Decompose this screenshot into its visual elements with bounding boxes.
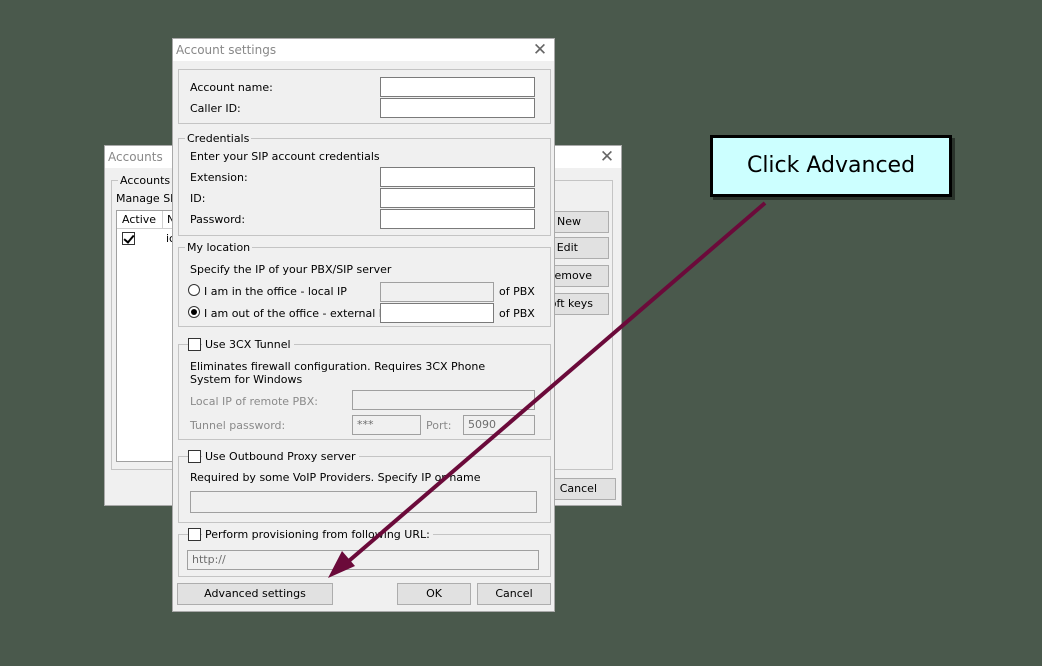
- proxy-input[interactable]: [190, 491, 537, 513]
- external-of-pbx-label: of PBX: [499, 307, 535, 320]
- tunnel-description: Eliminates firewall configuration. Requi…: [190, 360, 486, 386]
- caller-id-input[interactable]: [380, 98, 535, 118]
- account-name-input[interactable]: [380, 77, 535, 97]
- account-settings-title-bar: Account settings: [173, 39, 554, 61]
- credentials-legend: Credentials: [185, 132, 252, 145]
- local-ip-radio[interactable]: [188, 284, 200, 296]
- tunnel-checkbox[interactable]: [188, 338, 201, 351]
- tunnel-label: Use 3CX Tunnel: [202, 338, 294, 351]
- tunnel-password-label: Tunnel password:: [190, 419, 286, 432]
- table-row[interactable]: ic: [117, 229, 175, 247]
- provisioning-checkbox[interactable]: [188, 528, 201, 541]
- manage-sip-text: Manage SIP: [116, 192, 181, 205]
- account-name-label: Account name:: [190, 81, 273, 94]
- account-settings-dialog: Account settings ✕ Account name: Caller …: [172, 38, 555, 612]
- account-settings-title: Account settings: [176, 43, 277, 57]
- credentials-intro: Enter your SIP account credentials: [190, 150, 380, 163]
- extension-input[interactable]: [380, 167, 535, 187]
- external-ip-label: I am out of the office - external IP: [204, 307, 389, 320]
- id-input[interactable]: [380, 188, 535, 208]
- provisioning-url-input[interactable]: http://: [187, 550, 539, 570]
- external-ip-radio[interactable]: [188, 306, 200, 318]
- caller-id-label: Caller ID:: [190, 102, 241, 115]
- cancel-button[interactable]: Cancel: [477, 583, 551, 605]
- account-active-checkbox[interactable]: [122, 232, 135, 245]
- tunnel-password-input[interactable]: ***: [352, 415, 421, 435]
- proxy-checkbox[interactable]: [188, 450, 201, 463]
- table-header: Active N: [117, 211, 175, 229]
- close-icon[interactable]: ✕: [598, 148, 616, 166]
- accounts-group-legend: Accounts: [118, 174, 173, 187]
- port-label: Port:: [426, 419, 452, 432]
- close-icon[interactable]: ✕: [531, 41, 549, 59]
- external-ip-input[interactable]: [380, 303, 494, 323]
- extension-label: Extension:: [190, 171, 248, 184]
- column-header-active[interactable]: Active: [122, 213, 156, 226]
- id-label: ID:: [190, 192, 206, 205]
- local-ip-remote-input[interactable]: [352, 390, 535, 410]
- local-ip-input[interactable]: [380, 282, 494, 302]
- location-intro: Specify the IP of your PBX/SIP server: [190, 263, 392, 276]
- proxy-label: Use Outbound Proxy server: [202, 450, 359, 463]
- location-legend: My location: [185, 241, 253, 254]
- instruction-callout: Click Advanced: [710, 135, 952, 197]
- port-input[interactable]: 5090: [463, 415, 535, 435]
- accounts-title: Accounts: [108, 150, 163, 164]
- ok-button[interactable]: OK: [397, 583, 471, 605]
- password-label: Password:: [190, 213, 246, 226]
- local-of-pbx-label: of PBX: [499, 285, 535, 298]
- password-input[interactable]: [380, 209, 535, 229]
- callout-text: Click Advanced: [746, 153, 916, 178]
- provisioning-label: Perform provisioning from following URL:: [202, 528, 433, 541]
- proxy-description: Required by some VoIP Providers. Specify…: [190, 471, 481, 484]
- accounts-table[interactable]: Active N ic: [116, 210, 176, 462]
- local-ip-label: I am in the office - local IP: [204, 285, 347, 298]
- local-ip-remote-label: Local IP of remote PBX:: [190, 395, 318, 408]
- advanced-settings-button[interactable]: Advanced settings: [177, 583, 333, 605]
